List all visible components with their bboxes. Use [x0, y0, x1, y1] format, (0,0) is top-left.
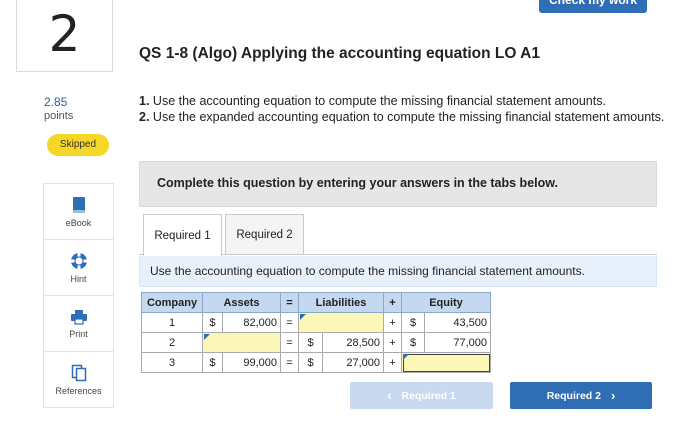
hint-button[interactable]: Hint [44, 240, 113, 296]
instruction-2: 2. Use the expanded accounting equation … [139, 110, 665, 124]
lifebuoy-icon [70, 252, 87, 269]
hint-label: Hint [70, 273, 87, 284]
liabilities-value: 28,500 [322, 332, 384, 353]
liabilities-input-1[interactable] [298, 312, 384, 333]
printer-icon [70, 309, 87, 325]
assets-value: 99,000 [222, 352, 281, 373]
assets-unit: $ [202, 312, 223, 333]
instructions-banner: Complete this question by entering your … [139, 161, 657, 207]
question-instructions: 1. Use the accounting equation to comput… [139, 93, 669, 125]
plus-sign: + [383, 312, 402, 333]
assets-unit: $ [202, 352, 223, 373]
row-company: 1 [141, 312, 203, 333]
equals-sign: = [280, 352, 299, 373]
equity-value: 77,000 [424, 332, 491, 353]
banner-text: Complete this question by entering your … [157, 176, 558, 190]
tab-required-2[interactable]: Required 2 [225, 214, 304, 255]
status-badge: Skipped [47, 134, 109, 156]
sub-instruction-text: Use the accounting equation to compute t… [150, 264, 585, 278]
references-button[interactable]: References [44, 352, 113, 408]
documents-icon [71, 364, 86, 382]
header-plus: + [383, 292, 402, 313]
assets-input-2[interactable] [202, 332, 281, 353]
header-assets: Assets [202, 292, 281, 313]
table-row: 3 $ 99,000 = $ 27,000 + [141, 352, 491, 373]
equity-unit: $ [401, 332, 425, 353]
ebook-label: eBook [65, 217, 92, 228]
header-equity: Equity [401, 292, 491, 313]
prev-required-1-button[interactable]: ‹ Required 1 [350, 382, 493, 409]
references-label: References [55, 386, 102, 396]
header-liabilities: Liabilities [298, 292, 384, 313]
assets-value: 82,000 [222, 312, 281, 333]
print-button[interactable]: Print [44, 296, 113, 352]
equals-sign: = [280, 332, 299, 353]
instruction-1: 1. Use the accounting equation to comput… [139, 94, 606, 108]
chevron-right-icon: › [610, 388, 616, 403]
header-equals: = [280, 292, 299, 313]
next-label: Required 2 [546, 389, 601, 402]
points-value: 2.85 [44, 95, 68, 109]
equity-input-3[interactable] [401, 352, 491, 373]
prev-label: Required 1 [401, 389, 456, 402]
tools-panel: eBook Hint Print References [43, 183, 114, 408]
table-row: 2 = $ 28,500 + $ 77,000 [141, 332, 491, 353]
chevron-left-icon: ‹ [387, 388, 392, 403]
accounting-equation-table: Company Assets = Liabilities + Equity 1 … [141, 292, 491, 373]
print-label: Print [69, 328, 88, 339]
points-label: points [44, 110, 74, 122]
liabilities-unit: $ [298, 352, 323, 373]
liabilities-value: 27,000 [322, 352, 384, 373]
liabilities-unit: $ [298, 332, 323, 353]
row-company: 2 [141, 332, 203, 353]
next-required-2-button[interactable]: Required 2 › [510, 382, 652, 409]
question-number: 2 [48, 4, 81, 63]
equity-unit: $ [401, 312, 425, 333]
row-company: 3 [141, 352, 203, 373]
check-my-work-button[interactable]: Check my work [539, 0, 647, 13]
sub-instruction-bar: Use the accounting equation to compute t… [139, 256, 657, 287]
question-number-box: 2 [16, 0, 113, 72]
plus-sign: + [383, 332, 402, 353]
book-icon [72, 196, 85, 213]
equity-value: 43,500 [424, 312, 491, 333]
equals-sign: = [280, 312, 299, 333]
table-row: 1 $ 82,000 = + $ 43,500 [141, 312, 491, 333]
plus-sign: + [383, 352, 402, 373]
question-title: QS 1-8 (Algo) Applying the accounting eq… [139, 45, 540, 62]
tab-required-1[interactable]: Required 1 [143, 214, 222, 256]
header-company: Company [141, 292, 203, 313]
table-header-row: Company Assets = Liabilities + Equity [141, 292, 491, 313]
ebook-button[interactable]: eBook [44, 184, 113, 240]
